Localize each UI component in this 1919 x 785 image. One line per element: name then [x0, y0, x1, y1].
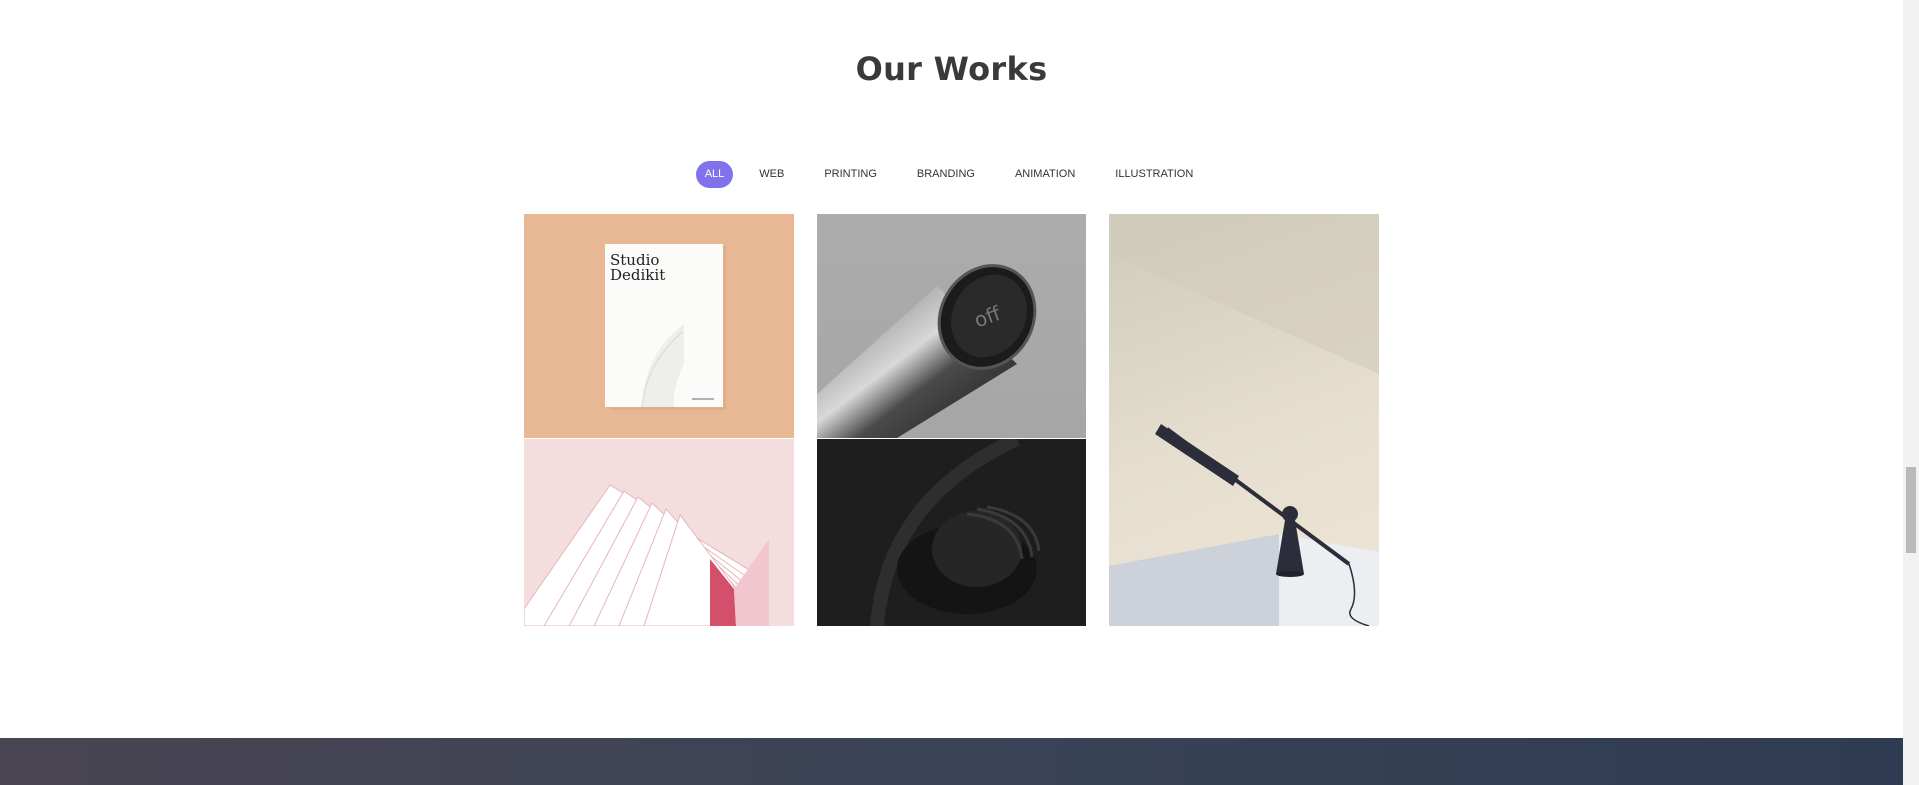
section-divider: [0, 700, 1903, 785]
notebook-brand-line2: Dedikit: [610, 266, 665, 284]
portfolio-item-headphones[interactable]: [817, 439, 1086, 626]
section-title: Our Works: [855, 50, 1048, 88]
filter-all[interactable]: ALL: [695, 161, 734, 188]
portfolio-item-pink-pages[interactable]: [524, 439, 794, 626]
filter-illustration[interactable]: ILLUSTRATION: [1107, 161, 1201, 188]
filter-printing[interactable]: PRINTING: [816, 161, 885, 188]
scrollbar-thumb[interactable]: [1906, 467, 1916, 553]
portfolio-item-tube[interactable]: off: [817, 214, 1086, 438]
portfolio-item-lamp[interactable]: [1109, 214, 1379, 626]
notebook-image: Studio Dedikit: [605, 244, 726, 410]
portfolio-filter-bar: ALL WEB PRINTING BRANDING ANIMATION ILLU…: [0, 161, 1903, 188]
headphones-image: [870, 439, 1041, 626]
filter-web[interactable]: WEB: [751, 161, 792, 188]
filter-branding[interactable]: BRANDING: [909, 161, 983, 188]
tube-image: off: [817, 264, 1037, 438]
scrollbar[interactable]: [1903, 0, 1919, 785]
page: Our Works ALL WEB PRINTING BRANDING ANIM…: [0, 0, 1903, 785]
portfolio-item-notebook[interactable]: Studio Dedikit: [524, 214, 794, 438]
filter-animation[interactable]: ANIMATION: [1007, 161, 1083, 188]
lamp-image: [1109, 214, 1379, 626]
pink-pages-image: [524, 484, 769, 626]
